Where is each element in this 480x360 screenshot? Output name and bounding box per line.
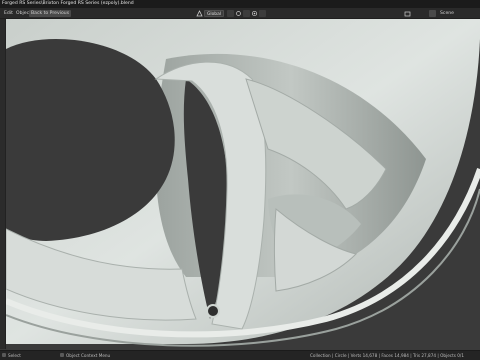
- scene-icon: [404, 10, 411, 17]
- snap-options-icon[interactable]: [243, 10, 250, 17]
- falloff-icon[interactable]: [259, 10, 266, 17]
- status-menu-label: Object Context Menu: [66, 353, 111, 358]
- scene-browse-icon[interactable]: [429, 10, 436, 17]
- scene-name[interactable]: Scene: [438, 10, 456, 17]
- status-select-label: Select: [8, 353, 21, 358]
- window-title: Forged RS Series\Brixton Forged RS Serie…: [2, 1, 134, 6]
- transform-orientation-icon: [196, 10, 203, 17]
- title-bar: Forged RS Series\Brixton Forged RS Serie…: [0, 0, 480, 8]
- 3d-viewport[interactable]: [6, 19, 480, 350]
- mouse-left-icon: [2, 353, 6, 357]
- menu-edit[interactable]: Edit: [2, 10, 15, 17]
- viewport-header: Edit Object Back to Previous Global Scen…: [0, 8, 480, 19]
- scene-statistics: Collection | Circle | Verts 14,678 | Fac…: [310, 353, 464, 358]
- mouse-right-icon: [60, 353, 64, 357]
- orientation-label: Global: [207, 11, 222, 17]
- orientation-dropdown[interactable]: Global: [204, 10, 224, 17]
- back-to-previous-button[interactable]: Back to Previous: [29, 10, 72, 17]
- status-bar: Select Object Context Menu Collection | …: [0, 350, 480, 360]
- wheel-render: [6, 19, 480, 350]
- snap-icon[interactable]: [235, 10, 242, 17]
- pivot-icon[interactable]: [227, 10, 234, 17]
- proportional-edit-icon[interactable]: [251, 10, 258, 17]
